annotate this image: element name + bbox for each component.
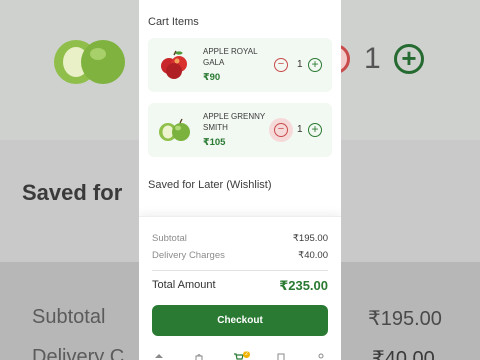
total-value: ₹235.00 (279, 278, 328, 293)
checkout-button[interactable]: Checkout (152, 305, 328, 336)
cart-count-badge: 2 (243, 351, 250, 358)
bg-saved-heading: Saved for (22, 180, 123, 205)
total-label: Total Amount (152, 279, 216, 291)
profile-icon[interactable] (316, 353, 326, 360)
home-icon[interactable] (154, 353, 164, 360)
increase-quantity-button[interactable]: + (308, 58, 322, 72)
cart-items-heading: Cart Items (148, 16, 199, 28)
increase-quantity-button[interactable]: + (308, 123, 322, 137)
delivery-value: ₹40.00 (298, 250, 328, 261)
item-name: APPLE GRENNY SMITH (203, 112, 266, 132)
cart-item-card: APPLE ROYAL GALA ₹90 − 1 + (148, 38, 332, 92)
bg-quantity: 1 (364, 42, 381, 75)
bg-subtotal-value: ₹195.00 (368, 308, 442, 330)
delivery-label: Delivery Charges (152, 250, 225, 261)
bg-plus-icon: + (394, 44, 424, 74)
bg-delivery-label: Delivery C (32, 346, 125, 360)
order-summary-panel: Subtotal ₹195.00 Delivery Charges ₹40.00… (139, 216, 341, 350)
total-row: Total Amount ₹235.00 (152, 278, 328, 294)
bg-delivery-value: ₹40.00 (372, 348, 435, 360)
wishlist-heading: Saved for Later (Wishlist) (148, 179, 272, 191)
shop-bag-icon[interactable] (194, 353, 204, 360)
item-name: APPLE ROYAL GALA (203, 47, 258, 67)
subtotal-label: Subtotal (152, 233, 187, 244)
bottom-tab-bar: 2 (139, 350, 341, 360)
bg-green-apples-icon (54, 40, 125, 84)
quantity-value: 1 (297, 59, 303, 70)
cart-item-card: APPLE GRENNY SMITH ₹105 − 1 + (148, 103, 332, 157)
green-apples-icon (159, 118, 190, 141)
item-price: ₹90 (203, 72, 221, 83)
decrease-quantity-button[interactable]: − (274, 58, 288, 72)
item-price: ₹105 (203, 137, 226, 148)
decrease-quantity-button[interactable]: − (274, 123, 288, 137)
subtotal-value: ₹195.00 (292, 233, 328, 244)
summary-divider (152, 270, 328, 271)
quantity-value: 1 (297, 124, 303, 135)
bg-subtotal-label: Subtotal (32, 306, 106, 328)
red-apples-icon (161, 50, 187, 79)
orders-icon[interactable] (276, 353, 286, 360)
phone-screen: Cart Items APPLE ROYAL GALA ₹90 − 1 + AP… (139, 0, 341, 360)
